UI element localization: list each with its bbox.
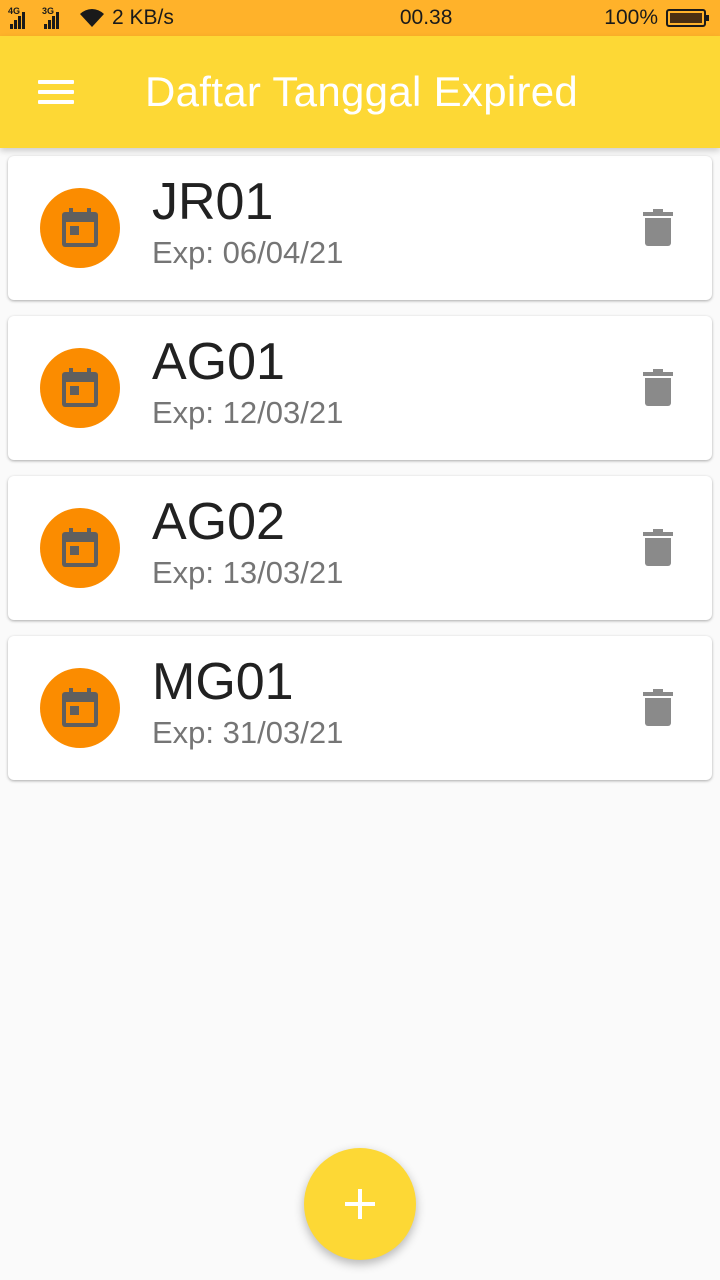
trash-icon xyxy=(643,529,673,566)
avatar xyxy=(40,188,120,268)
network-type-3g: 3G xyxy=(42,6,55,16)
calendar-icon xyxy=(62,368,98,407)
list-item[interactable]: AG01 Exp: 12/03/21 xyxy=(8,316,712,460)
delete-button[interactable] xyxy=(640,686,676,730)
status-bar: 4G 3G 2 KB/s 00.38 100% xyxy=(0,0,720,36)
wifi-icon xyxy=(80,9,104,27)
add-item-button[interactable] xyxy=(304,1148,416,1260)
network-speed: 2 KB/s xyxy=(112,6,174,29)
page-title: Daftar Tanggal Expired xyxy=(145,68,579,115)
calendar-icon xyxy=(62,208,98,247)
item-code: JR01 xyxy=(152,173,274,231)
calendar-icon xyxy=(62,528,98,567)
avatar xyxy=(40,348,120,428)
menu-button[interactable] xyxy=(0,36,112,148)
calendar-icon xyxy=(62,688,98,727)
trash-icon xyxy=(643,369,673,406)
clock: 00.38 xyxy=(399,6,453,29)
signal-3g-icon: 3G xyxy=(42,6,72,29)
plus-icon xyxy=(345,1189,375,1219)
list-item[interactable]: JR01 Exp: 06/04/21 xyxy=(8,156,712,300)
item-expiry: Exp: 06/04/21 xyxy=(152,235,344,270)
list-item[interactable]: MG01 Exp: 31/03/21 xyxy=(8,636,712,780)
delete-button[interactable] xyxy=(640,526,676,570)
trash-icon xyxy=(643,209,673,246)
battery-percent: 100% xyxy=(604,6,658,29)
delete-button[interactable] xyxy=(640,206,676,250)
app-bar: Daftar Tanggal Expired xyxy=(0,36,720,148)
item-code: MG01 xyxy=(152,653,294,711)
delete-button[interactable] xyxy=(640,366,676,410)
expired-list: JR01 Exp: 06/04/21 AG01 Exp: 12/03/21 AG… xyxy=(8,156,712,796)
item-code: AG01 xyxy=(152,333,285,391)
list-item[interactable]: AG02 Exp: 13/03/21 xyxy=(8,476,712,620)
signal-4g-icon: 4G xyxy=(8,6,30,29)
battery-icon xyxy=(666,9,709,27)
trash-icon xyxy=(643,689,673,726)
item-code: AG02 xyxy=(152,493,285,551)
avatar xyxy=(40,508,120,588)
network-type-4g: 4G xyxy=(8,6,21,16)
status-right: 100% xyxy=(604,6,709,30)
item-expiry: Exp: 31/03/21 xyxy=(152,715,344,750)
item-expiry: Exp: 13/03/21 xyxy=(152,555,344,590)
item-expiry: Exp: 12/03/21 xyxy=(152,395,344,430)
hamburger-menu-icon xyxy=(38,80,74,104)
avatar xyxy=(40,668,120,748)
